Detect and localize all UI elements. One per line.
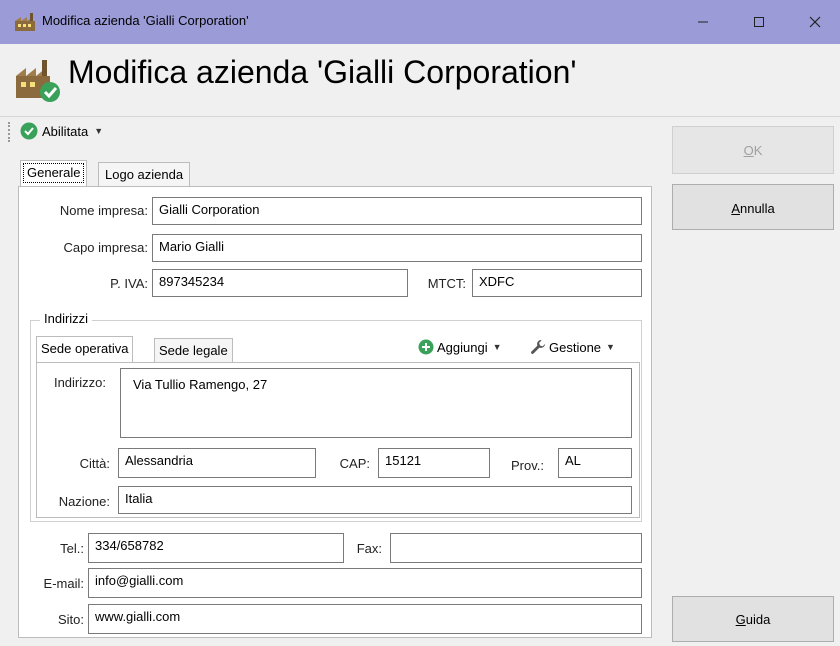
capo-field[interactable]: Mario Gialli: [152, 234, 642, 262]
tab-generale[interactable]: Generale: [20, 160, 88, 186]
cap-label: CAP:: [339, 456, 370, 471]
gestione-button[interactable]: Gestione ▼: [530, 339, 615, 355]
indirizzo-field[interactable]: Via Tullio Ramengo, 27: [120, 368, 632, 438]
citta-label: Città:: [79, 456, 110, 471]
guida-label-rest: uida: [745, 611, 771, 627]
maximize-button[interactable]: [736, 0, 782, 44]
capo-label: Capo impresa:: [63, 240, 148, 255]
citta-field[interactable]: Alessandria: [118, 448, 316, 478]
fax-field[interactable]: [390, 533, 642, 563]
indirizzi-legend: Indirizzi: [40, 311, 93, 326]
email-label: E-mail:: [43, 576, 84, 591]
status-label: Abilitata: [42, 123, 89, 139]
aggiungi-button[interactable]: Aggiungi ▼: [418, 339, 502, 355]
check-circle-icon: [20, 122, 38, 140]
sito-label: Sito:: [57, 612, 84, 627]
piva-label: P. IVA:: [110, 276, 148, 291]
email-field[interactable]: info@gialli.com: [88, 568, 642, 598]
title-bar: Modifica azienda 'Gialli Corporation': [0, 0, 840, 44]
maximize-icon: [754, 17, 764, 27]
page-title: Modifica azienda 'Gialli Corporation': [68, 54, 577, 90]
tel-label: Tel.:: [60, 541, 84, 556]
factory-edit-icon: [16, 60, 60, 102]
tab-sede-operativa[interactable]: Sede operativa: [36, 336, 134, 362]
nome-label: Nome impresa:: [59, 203, 148, 218]
guida-button[interactable]: Guida: [672, 596, 834, 642]
tab-logo-azienda[interactable]: Logo azienda: [98, 162, 191, 186]
close-icon: [809, 16, 821, 28]
aggiungi-label: Aggiungi: [437, 339, 488, 355]
indirizzo-label: Indirizzo:: [53, 375, 106, 390]
ok-button[interactable]: OK: [672, 126, 834, 174]
sito-field[interactable]: www.gialli.com: [88, 604, 642, 634]
nazione-field[interactable]: Italia: [118, 486, 632, 514]
header-divider: [0, 116, 840, 117]
tab-sede-legale[interactable]: Sede legale: [154, 338, 233, 362]
piva-field[interactable]: 897345234: [152, 269, 408, 297]
minimize-icon: [698, 21, 708, 23]
factory-icon: [15, 13, 35, 31]
chevron-down-icon: ▼: [492, 342, 502, 352]
ok-label-rest: K: [753, 142, 763, 158]
nazione-label: Nazione:: [58, 494, 110, 509]
chevron-down-icon: ▼: [606, 342, 615, 352]
annulla-accel: A: [731, 201, 740, 216]
chevron-down-icon: ▼: [94, 126, 104, 136]
fax-label: Fax:: [356, 541, 382, 556]
mtct-label: MTCT:: [427, 276, 466, 291]
minimize-button[interactable]: [680, 0, 726, 44]
close-button[interactable]: [792, 0, 838, 44]
plus-circle-icon: [418, 339, 434, 355]
annulla-button[interactable]: Annulla: [672, 184, 834, 230]
mtct-field[interactable]: XDFC: [472, 269, 642, 297]
toolbar-grip[interactable]: [8, 122, 11, 142]
cap-field[interactable]: 15121: [378, 448, 490, 478]
dialog-header: Modifica azienda 'Gialli Corporation': [0, 44, 840, 116]
ok-accel: O: [743, 142, 754, 158]
gestione-label: Gestione: [549, 339, 602, 355]
prov-field[interactable]: AL: [558, 448, 632, 478]
status-dropdown[interactable]: Abilitata ▼: [20, 122, 103, 140]
annulla-label-rest: nnulla: [739, 201, 775, 216]
window-title: Modifica azienda 'Gialli Corporation': [42, 13, 249, 28]
toolbar: Abilitata ▼: [8, 118, 660, 146]
wrench-icon: [531, 340, 545, 354]
guida-accel: G: [735, 611, 746, 627]
nome-field[interactable]: Gialli Corporation: [152, 197, 642, 225]
tel-field[interactable]: 334/658782: [88, 533, 344, 563]
prov-label: Prov.:: [511, 458, 544, 473]
